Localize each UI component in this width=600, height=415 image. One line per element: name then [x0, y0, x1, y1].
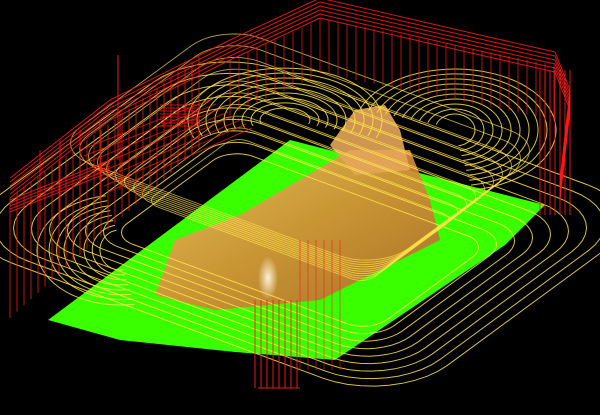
rapid-move-segment	[319, 9, 481, 48]
toolpath-3d-view[interactable]	[0, 0, 600, 415]
rapid-move-segment	[229, 1, 321, 45]
rapid-move-segment	[319, 17, 481, 56]
contour-arc-upper-left	[259, 107, 311, 125]
model-highlight	[258, 256, 278, 300]
rapid-move-segment	[319, 5, 481, 44]
rapid-move-segment	[319, 13, 481, 52]
contour-arc-upper-left	[241, 97, 329, 128]
rapid-move-segment	[319, 1, 481, 40]
contour-arc-right	[401, 93, 512, 166]
contour-arc-left	[99, 229, 124, 271]
rapid-move-segment	[109, 39, 231, 101]
rapid-move-segment	[326, 0, 481, 36]
cam-toolpath-viewport[interactable]	[0, 0, 600, 415]
contour-arc-right	[410, 98, 503, 161]
